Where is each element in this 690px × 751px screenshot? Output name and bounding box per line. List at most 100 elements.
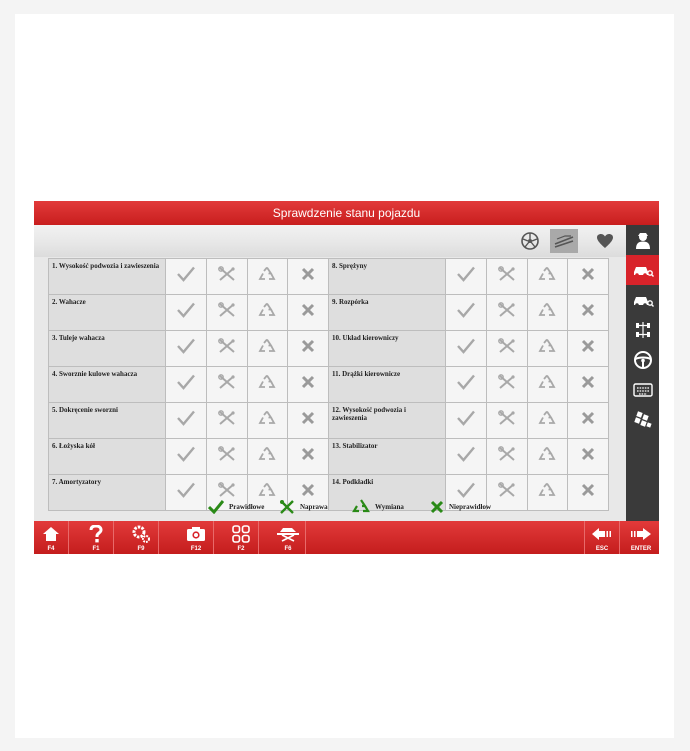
repair-button[interactable]: [205, 258, 248, 295]
enter-button[interactable]: ENTER: [624, 521, 659, 554]
replace-button[interactable]: [246, 294, 289, 331]
wrong-button[interactable]: [567, 294, 609, 331]
recycle-icon: [258, 302, 276, 316]
legend-replace-label: Wymiana: [375, 503, 404, 511]
legend-wrong: Nieprawidłow: [430, 499, 491, 515]
legend-replace: Wymiana: [352, 499, 404, 515]
gear-icon: [132, 525, 150, 543]
wrong-button[interactable]: [287, 366, 329, 403]
wrong-button[interactable]: [287, 330, 329, 367]
home-icon: [43, 527, 59, 541]
help-button[interactable]: F1: [79, 521, 114, 554]
toolbar: [34, 225, 626, 257]
lift-button[interactable]: F6: [271, 521, 306, 554]
repair-button[interactable]: [485, 294, 528, 331]
repair-button[interactable]: [485, 402, 528, 439]
replace-button[interactable]: [526, 330, 569, 367]
x-icon: [302, 411, 315, 425]
menu-button[interactable]: F2: [224, 521, 259, 554]
settings-button[interactable]: F9: [124, 521, 159, 554]
wrench-icon: [497, 374, 515, 389]
ok-button[interactable]: [165, 438, 207, 475]
wrong-button[interactable]: [567, 402, 609, 439]
ok-button[interactable]: [445, 366, 487, 403]
check-icon: [457, 338, 475, 354]
check-label: 8. Sprężyny: [327, 258, 447, 295]
wrench-icon: [217, 410, 235, 425]
heart-icon[interactable]: [591, 229, 619, 253]
replace-button[interactable]: [246, 366, 289, 403]
recycle-icon: [538, 410, 556, 424]
alignment-icon[interactable]: [626, 315, 659, 345]
wrong-button[interactable]: [287, 258, 329, 295]
legend-ok: Prawidłowe: [208, 499, 264, 515]
repair-button[interactable]: [205, 294, 248, 331]
wrench-icon: [217, 266, 235, 281]
replace-button[interactable]: [246, 438, 289, 475]
x-icon: [582, 303, 595, 317]
legend-ok-label: Prawidłowe: [229, 503, 265, 511]
ok-button[interactable]: [445, 438, 487, 475]
repair-button[interactable]: [485, 258, 528, 295]
wrench-icon: [497, 266, 515, 281]
ok-button[interactable]: [445, 402, 487, 439]
ok-button[interactable]: [165, 258, 207, 295]
recycle-icon: [258, 374, 276, 388]
replace-button[interactable]: [526, 438, 569, 475]
recycle-icon: [538, 338, 556, 352]
recycle-icon: [258, 338, 276, 352]
wrong-button[interactable]: [287, 402, 329, 439]
legend: Prawidłowe Naprawa Wymiana Nieprawidłow: [34, 497, 626, 519]
ok-button[interactable]: [165, 330, 207, 367]
repair-button[interactable]: [205, 438, 248, 475]
home-button[interactable]: F4: [34, 521, 69, 554]
wrong-button[interactable]: [567, 258, 609, 295]
check-row: 5. Dokręcenie sworzni 12. Wysokość podwoz…: [47, 402, 609, 439]
replace-button[interactable]: [246, 402, 289, 439]
replace-button[interactable]: [526, 402, 569, 439]
wrench-icon: [497, 482, 515, 497]
replace-button[interactable]: [526, 258, 569, 295]
repair-button[interactable]: [205, 330, 248, 367]
keyboard-icon[interactable]: [626, 375, 659, 405]
replace-button[interactable]: [526, 366, 569, 403]
ok-button[interactable]: [445, 294, 487, 331]
ok-button[interactable]: [165, 294, 207, 331]
repair-button[interactable]: [205, 366, 248, 403]
home-key: F4: [47, 546, 55, 552]
wrong-button[interactable]: [567, 438, 609, 475]
repair-button[interactable]: [485, 366, 528, 403]
wrong-button[interactable]: [287, 294, 329, 331]
recycle-icon: [538, 266, 556, 280]
wrench-icon: [497, 446, 515, 461]
steering-wheel-icon[interactable]: [626, 345, 659, 375]
wrong-button[interactable]: [567, 330, 609, 367]
replace-button[interactable]: [246, 258, 289, 295]
ok-button[interactable]: [165, 402, 207, 439]
right-sidebar: [626, 225, 659, 521]
camera-button[interactable]: F12: [179, 521, 214, 554]
car-search-icon[interactable]: [626, 285, 659, 315]
repair-button[interactable]: [485, 330, 528, 367]
car-key-icon[interactable]: [626, 255, 659, 285]
repair-button[interactable]: [205, 402, 248, 439]
help-key: F1: [92, 546, 100, 552]
calibration-icon[interactable]: [626, 405, 659, 435]
check-row: 2. Wahacze 9. Rozpórka: [47, 294, 609, 331]
wrong-button[interactable]: [567, 366, 609, 403]
wrong-button[interactable]: [287, 438, 329, 475]
vehicle-check-icon[interactable]: [550, 229, 578, 253]
question-icon: [89, 525, 103, 543]
ok-button[interactable]: [445, 330, 487, 367]
ok-button[interactable]: [165, 366, 207, 403]
replace-button[interactable]: [246, 330, 289, 367]
ok-button[interactable]: [445, 258, 487, 295]
recycle-icon: [258, 482, 276, 496]
x-icon: [582, 483, 595, 497]
repair-button[interactable]: [485, 438, 528, 475]
replace-button[interactable]: [526, 294, 569, 331]
esc-button[interactable]: ESC: [584, 521, 620, 554]
mechanic-icon[interactable]: [626, 225, 659, 255]
wheel-icon[interactable]: [516, 229, 544, 253]
x-icon: [302, 375, 315, 389]
